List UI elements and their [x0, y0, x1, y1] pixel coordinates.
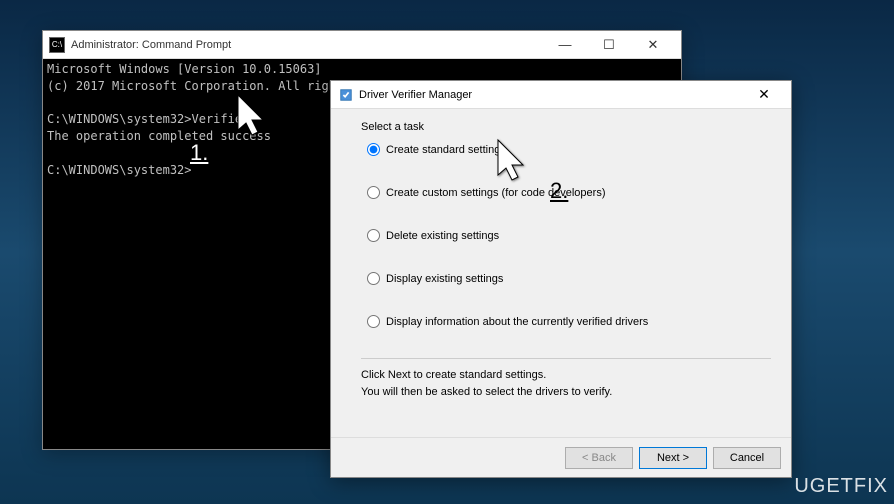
radio-standard-settings[interactable]: Create standard settings [367, 143, 771, 156]
task-radio-group: Create standard settings Create custom s… [361, 143, 771, 328]
radio-delete-settings[interactable]: Delete existing settings [367, 229, 771, 242]
dialog-titlebar[interactable]: Driver Verifier Manager ✕ [331, 81, 791, 109]
radio-custom-input[interactable] [367, 186, 380, 199]
back-button: < Back [565, 447, 633, 469]
close-button[interactable]: ✕ [631, 33, 675, 57]
radio-info-input[interactable] [367, 315, 380, 328]
dialog-title: Driver Verifier Manager [359, 89, 745, 101]
cmd-icon: C:\ [49, 37, 65, 53]
dialog-hint: Click Next to create standard settings. … [361, 367, 771, 400]
maximize-button[interactable]: ☐ [587, 33, 631, 57]
radio-custom-settings[interactable]: Create custom settings (for code develop… [367, 186, 771, 199]
minimize-button[interactable]: — [543, 33, 587, 57]
radio-display-info[interactable]: Display information about the currently … [367, 315, 771, 328]
radio-delete-label: Delete existing settings [386, 230, 499, 242]
radio-display-label: Display existing settings [386, 273, 503, 285]
radio-display-input[interactable] [367, 272, 380, 285]
driver-verifier-dialog: Driver Verifier Manager ✕ Select a task … [330, 80, 792, 478]
radio-display-settings[interactable]: Display existing settings [367, 272, 771, 285]
dialog-footer: < Back Next > Cancel [331, 437, 791, 477]
radio-standard-label: Create standard settings [386, 144, 506, 156]
dialog-close-button[interactable]: ✕ [745, 83, 783, 107]
dialog-divider [361, 358, 771, 359]
verifier-icon [339, 88, 353, 102]
cmd-titlebar[interactable]: C:\ Administrator: Command Prompt — ☐ ✕ [43, 31, 681, 59]
task-label: Select a task [361, 121, 771, 133]
radio-standard-input[interactable] [367, 143, 380, 156]
cancel-button[interactable]: Cancel [713, 447, 781, 469]
next-button[interactable]: Next > [639, 447, 707, 469]
radio-custom-label: Create custom settings (for code develop… [386, 187, 606, 199]
dialog-body: Select a task Create standard settings C… [331, 109, 791, 408]
radio-info-label: Display information about the currently … [386, 316, 648, 328]
cmd-title: Administrator: Command Prompt [71, 39, 543, 51]
watermark: UGETFIX [794, 475, 888, 498]
radio-delete-input[interactable] [367, 229, 380, 242]
